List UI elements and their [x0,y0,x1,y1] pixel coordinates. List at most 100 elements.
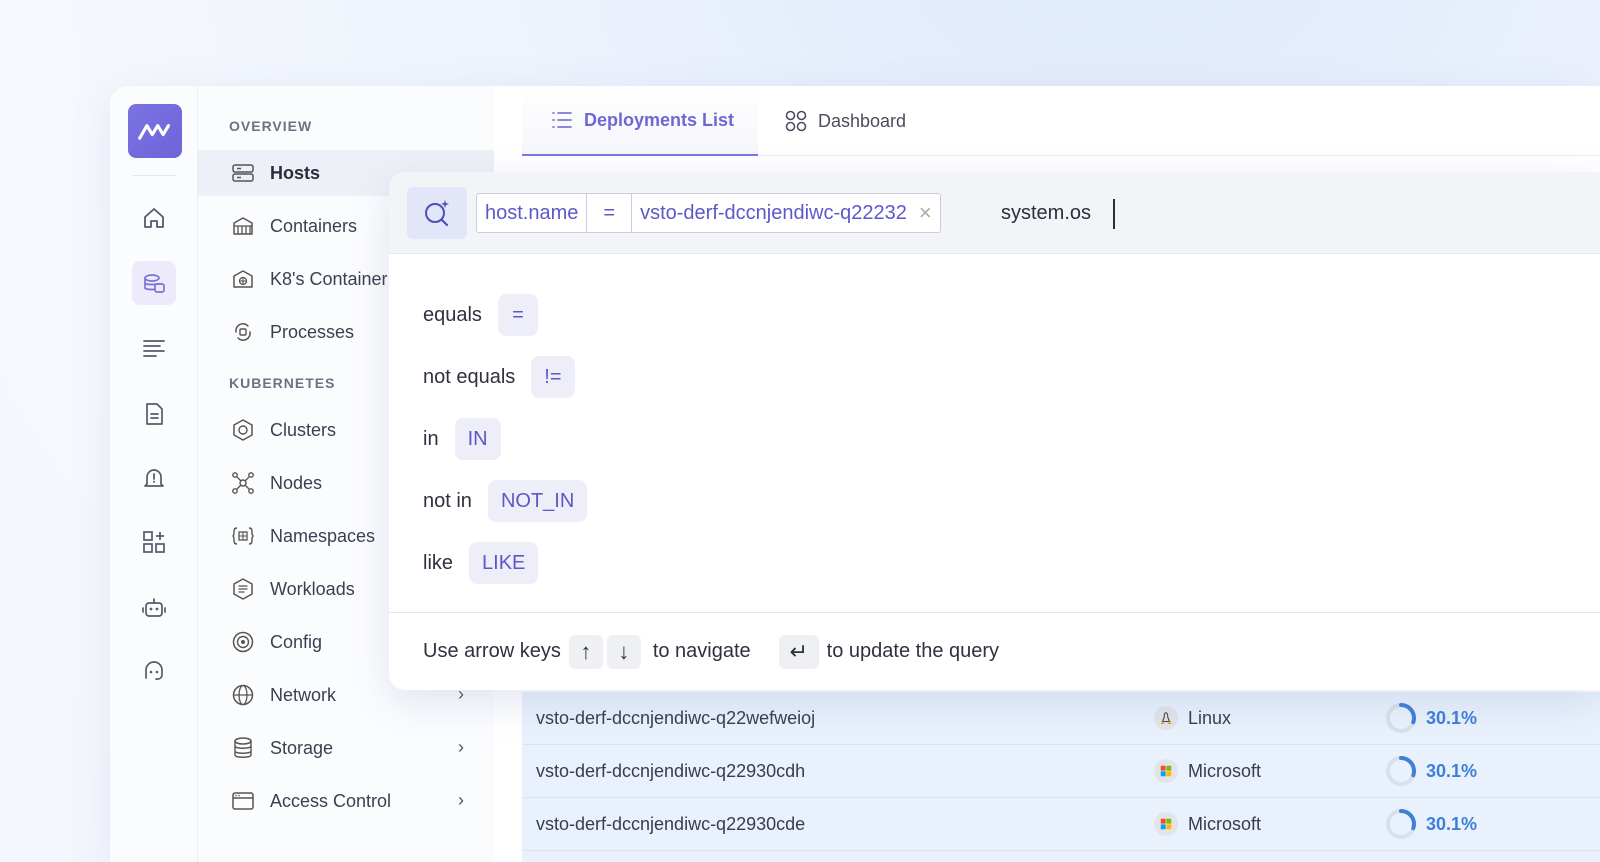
access-control-icon [230,788,256,814]
operator-label: like [423,551,454,574]
filter-operator[interactable]: = [587,194,633,232]
k8s-container-icon [230,266,256,292]
app-logo[interactable] [128,104,182,158]
usage-ring [1386,756,1416,786]
sidebar-item-label: K8's Container [270,268,388,289]
arrow-down-icon: ↓ [606,634,641,669]
operator-option-not-equals[interactable]: not equals != [423,356,575,398]
host-name-cell[interactable]: vsto-derf-dccnjendiwc-q22wefweioj [536,708,815,729]
filter-value-text: vsto-derf-dccnjendiwc-q22232 [640,201,907,224]
sidebar-item-storage[interactable]: Storage › [198,725,494,771]
os-label: Microsoft [1188,760,1262,781]
text-caret [1113,199,1115,229]
logs-icon[interactable] [132,326,176,370]
process-icon [230,319,256,345]
operator-label: not in [423,489,472,512]
os-cell: Linux [1154,706,1231,730]
ai-search-icon [425,200,449,227]
globe-icon [230,682,256,708]
host-name-cell[interactable]: vsto-derf-dccnjendiwc-q22930cdh [536,761,805,782]
os-cell: Microsoft [1154,759,1261,783]
sidebar-item-label: Storage [270,737,334,758]
alert-icon[interactable] [132,456,176,500]
operator-option-like[interactable]: like LIKE [423,542,539,584]
table-row[interactable]: vsto-derf-dccnjendiwc-q22930cdh Microsof… [522,745,1600,798]
microsoft-icon [1154,759,1178,783]
operator-token: = [497,294,538,336]
query-builder: host.name = vsto-derf-dccnjendiwc-q22232… [389,172,1600,690]
enter-key-icon: ↵ [778,634,819,669]
tab-dashboard[interactable]: Dashboard [784,86,906,156]
sidebar-item-label: Containers [270,215,358,236]
usage-cell: 30.1% [1384,754,1477,788]
robot-icon[interactable] [132,586,176,630]
document-icon[interactable] [132,392,176,436]
hint-suffix: to update the query [826,640,1000,662]
sidebar-item-label: Clusters [270,419,337,440]
sidebar-item-label: Network [270,684,337,705]
namespace-icon [230,523,256,549]
query-input[interactable] [1001,193,1401,233]
deployments-table: vsto-derf-dccnjendiwc-q22wefweioj Linux … [522,692,1600,862]
os-cell: Microsoft [1154,812,1261,836]
hosts-icon[interactable] [132,261,176,305]
os-label: Linux [1188,707,1232,728]
workload-icon [230,576,256,602]
operator-label: not equals [423,365,516,388]
operator-label: in [423,427,439,450]
close-icon[interactable]: × [919,200,932,226]
section-kubernetes: KUBERNETES [229,375,336,391]
microsoft-icon [1154,812,1178,836]
operator-option-equals[interactable]: equals = [423,294,538,336]
section-overview: OVERVIEW [229,118,313,134]
usage-cell: 30.1% [1384,807,1477,841]
os-label: Microsoft [1188,813,1262,834]
operator-token: LIKE [469,542,539,584]
filter-chip[interactable]: host.name = vsto-derf-dccnjendiwc-q22232… [476,193,941,233]
sidebar-item-label: Hosts [270,162,321,183]
table-row[interactable]: vsto-derf-dccnjendiwc-q22wefweioj Linux … [522,692,1600,745]
operator-token: NOT_IN [487,480,588,522]
usage-cell: 30.1% [1384,701,1477,735]
ai-query-button[interactable] [407,187,467,239]
support-icon[interactable] [132,650,176,694]
list-icon [552,112,572,128]
operator-token: IN [454,418,501,460]
database-icon [230,735,256,761]
linux-icon [1154,706,1178,730]
chevron-right-icon[interactable]: › [458,737,464,758]
usage-value: 30.1% [1426,707,1478,728]
operator-option-not-in[interactable]: not in NOT_IN [423,480,588,522]
tab-deployments-list[interactable]: Deployments List [522,86,758,156]
sidebar-item-access-control[interactable]: Access Control › [198,778,494,824]
host-name-cell[interactable]: vsto-derf-dccnjendiwc-q22930cde [536,814,805,835]
dashboard-add-icon[interactable] [132,520,176,564]
usage-value: 30.1% [1426,813,1478,834]
arrow-keys: ↑ ↓ [568,634,645,669]
usage-ring [1386,703,1416,733]
usage-value: 30.1% [1426,760,1478,781]
table-row[interactable]: vsto-derf-dccnjendiwc-q22930cde Microsof… [522,798,1600,851]
sidebar-item-label: Config [270,631,323,652]
filter-value[interactable]: vsto-derf-dccnjendiwc-q22232 × [632,194,940,232]
logo-icon [138,124,171,140]
sidebar-item-label: Namespaces [270,525,376,546]
tab-label: Dashboard [818,110,907,131]
home-icon[interactable] [132,196,176,240]
query-bar: host.name = vsto-derf-dccnjendiwc-q22232… [389,172,1600,254]
server-icon [230,160,256,186]
chevron-right-icon[interactable]: › [458,790,464,811]
filter-field[interactable]: host.name [477,194,588,232]
sidebar-item-label: Processes [270,321,355,342]
icon-rail [110,86,198,862]
keyboard-hint: Use arrow keys ↑ ↓ to navigate ↵ to upda… [389,612,1600,690]
operator-option-in[interactable]: in IN [423,418,501,460]
usage-ring [1386,809,1416,839]
operator-token: != [531,356,575,398]
config-icon [230,629,256,655]
container-icon [230,213,256,239]
hint-prefix: Use arrow keys [423,640,561,662]
sidebar-item-label: Nodes [270,472,323,493]
sidebar-item-label: Access Control [270,790,392,811]
operator-label: equals [423,303,482,326]
